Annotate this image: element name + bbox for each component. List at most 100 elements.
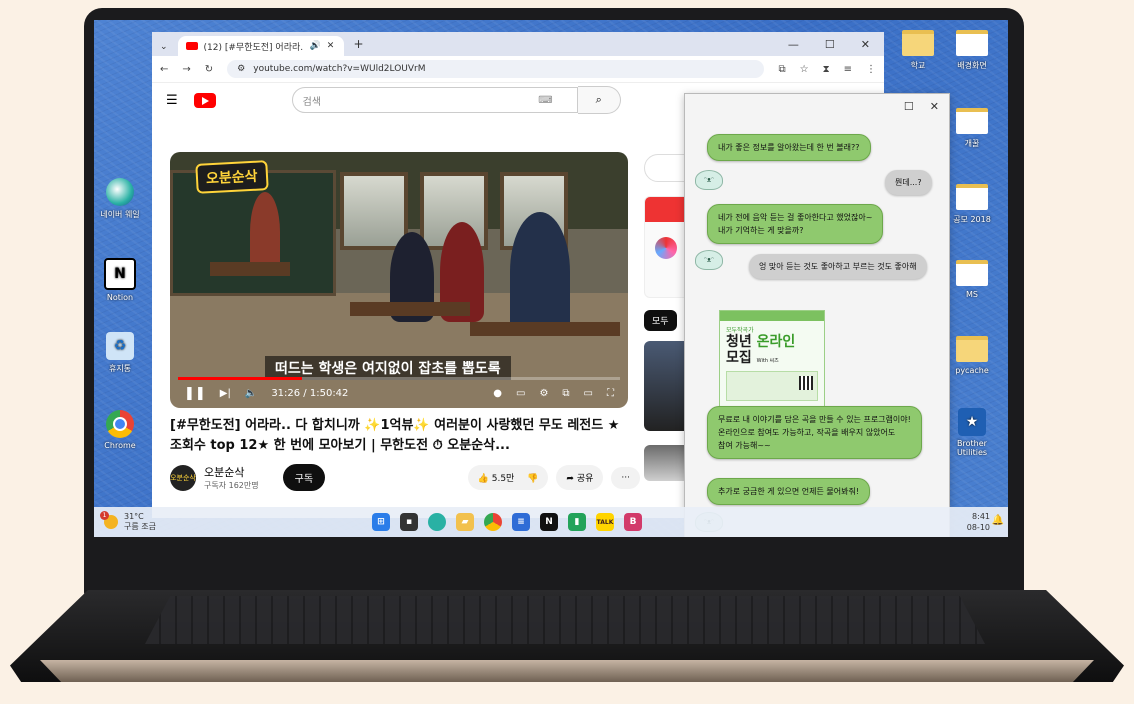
close-icon[interactable]: ✕: [930, 100, 939, 113]
hamburger-menu-icon[interactable]: ☰: [166, 93, 178, 108]
start-windows-icon[interactable]: ⊞: [372, 513, 390, 531]
poster-tag: 모두작곡가: [726, 327, 754, 334]
volume-icon[interactable]: 🔈: [245, 388, 257, 399]
reload-icon[interactable]: ↻: [205, 64, 213, 75]
back-icon[interactable]: ←: [160, 64, 168, 75]
thumbs-down-icon[interactable]: 👎: [527, 474, 538, 484]
folder-icon: [956, 30, 988, 56]
whale-icon: [106, 178, 134, 206]
whale-icon[interactable]: [428, 513, 446, 531]
thumbs-up-icon: 👍: [477, 474, 489, 484]
theater-mode-icon[interactable]: ▭: [584, 388, 593, 399]
subscribe-button[interactable]: 구독: [282, 464, 326, 491]
chip-all[interactable]: 모두: [644, 310, 677, 331]
like-button[interactable]: 👍 5.5만 👎: [467, 465, 549, 490]
desktop-icon-chrome[interactable]: Chrome: [96, 410, 144, 450]
desktop-icon-folder-school[interactable]: 학교: [894, 30, 942, 71]
new-tab-icon[interactable]: +: [344, 37, 364, 56]
poster-title-2: 모집 With 씨즈: [720, 350, 824, 369]
tab-title: (12) [#무한도전] 어라라..: [203, 42, 304, 53]
minimize-icon[interactable]: —: [788, 38, 799, 51]
maximize-icon[interactable]: ☐: [825, 38, 835, 51]
maximize-icon[interactable]: ☐: [904, 100, 914, 113]
video-desk: [210, 262, 290, 276]
tab-youtube[interactable]: (12) [#무한도전] 어라라.. 🔊 ✕: [177, 36, 344, 56]
window-controls: — ☐ ✕: [788, 38, 884, 51]
file-explorer-icon[interactable]: ▰: [456, 513, 474, 531]
laptop-base-edge: [40, 660, 1094, 682]
tab-bar: ⌄ (12) [#무한도전] 어라라.. 🔊 ✕ + — ☐ ✕: [152, 32, 884, 56]
fullscreen-icon[interactable]: ⛶: [607, 388, 614, 399]
desktop-icon-folder-ms[interactable]: MS: [948, 260, 996, 299]
temperature: 31°C: [124, 512, 144, 521]
channel-info: 오분순삭 구독자 162만명: [204, 464, 259, 491]
desktop-icon-folder-4[interactable]: 공모 2018: [948, 184, 996, 225]
search-input[interactable]: 검색 ⌨: [291, 87, 578, 113]
tab-close-icon[interactable]: ✕: [327, 41, 335, 51]
app-icon[interactable]: B: [624, 513, 642, 531]
search-placeholder: 검색: [302, 96, 322, 108]
captions-icon[interactable]: ▭: [516, 388, 525, 399]
desktop-icon-recycle-bin[interactable]: ♻ 휴지통: [96, 332, 144, 374]
notion-icon[interactable]: N: [540, 513, 558, 531]
site-info-icon[interactable]: ⚙: [237, 64, 245, 74]
chrome-icon[interactable]: [484, 513, 502, 531]
desktop-icon-label: Chrome: [104, 441, 136, 450]
weather-widget[interactable]: 1 31°C 구름 조금: [94, 511, 354, 532]
notepad-icon[interactable]: ≡: [512, 513, 530, 531]
pause-icon[interactable]: ❚❚: [184, 386, 206, 401]
desktop-icon-folder-3[interactable]: 개꿀: [948, 108, 996, 149]
desktop-icon-folder-pycache[interactable]: pycache: [948, 336, 996, 375]
video-time: 31:26 / 1:50:42: [271, 388, 349, 399]
channel-name[interactable]: 오분순삭: [204, 464, 259, 480]
desktop-icon-whale[interactable]: 네이버 웨일: [96, 178, 144, 220]
forward-icon[interactable]: →: [182, 64, 190, 75]
poster-info-box: [726, 371, 818, 401]
notion-icon: N: [104, 258, 136, 290]
video-figure: [510, 212, 570, 332]
chat-image-poster[interactable]: 모두작곡가 청년 온라인 모집 With 씨즈: [719, 310, 825, 414]
task-view-icon[interactable]: ▪: [400, 513, 418, 531]
desktop-icon-notion[interactable]: N Notion: [96, 258, 144, 302]
menu-dots-icon[interactable]: ⋮: [866, 64, 876, 75]
autoplay-toggle-icon[interactable]: ●: [493, 388, 502, 399]
desktop-icon-brother[interactable]: ★ Brother Utilities: [948, 408, 996, 457]
channel-avatar[interactable]: 오분순삭: [170, 464, 196, 491]
video-player[interactable]: 오분순삭 떠드는 학생은 여지없이 잡초를 뽑도록 ❚❚ ▶| 🔈 31:26 …: [170, 152, 628, 408]
search-button[interactable]: ⌕: [577, 86, 621, 114]
chat-message-user: 뭔데...?: [885, 170, 932, 195]
url-field[interactable]: ⚙ youtube.com/watch?v=WUld2LOUVrM: [227, 60, 765, 78]
speaker-icon[interactable]: 🔊: [310, 41, 321, 51]
share-label: 공유: [576, 474, 594, 484]
taskbar-apps: ⊞ ▪ ▰ ≡ N ▮ TALK B: [372, 513, 642, 531]
tab-list-chevron-icon[interactable]: ⌄: [158, 42, 170, 56]
kakaotalk-icon[interactable]: TALK: [596, 513, 614, 531]
chart-app-icon[interactable]: ▮: [568, 513, 586, 531]
share-button[interactable]: ➦ 공유: [556, 465, 604, 490]
poster-header: [720, 311, 824, 321]
desktop-icon-label: 네이버 웨일: [100, 210, 140, 219]
share-icon: ➦: [566, 474, 574, 484]
settings-gear-icon[interactable]: ⚙: [539, 388, 548, 399]
desktop-icon-folder-wallpaper[interactable]: 배경화면: [948, 30, 996, 71]
next-icon[interactable]: ▶|: [220, 388, 231, 399]
video-progress-fill: [178, 377, 302, 380]
video-progress-bar[interactable]: [178, 377, 620, 380]
bookmark-star-icon[interactable]: ☆: [800, 64, 809, 75]
desktop-screen: 네이버 웨일 N Notion ♻ 휴지통 Chrome 학교 배경화면 개꿀 …: [94, 20, 1008, 537]
youtube-logo-icon[interactable]: [193, 92, 216, 108]
miniplayer-icon[interactable]: ⧉: [562, 388, 569, 399]
system-tray[interactable]: 8:41 08-10: [967, 511, 990, 533]
notification-bell-icon[interactable]: 🔔: [992, 515, 1004, 526]
avatar-text: 오분순삭: [170, 473, 196, 482]
more-actions-button[interactable]: ···: [611, 466, 640, 489]
taskbar: 1 31°C 구름 조금 ⊞ ▪ ▰ ≡ N ▮ TALK B 8:41 08-…: [94, 507, 1008, 537]
like-count: 5.5만: [491, 474, 515, 484]
close-icon[interactable]: ✕: [861, 38, 870, 51]
reading-list-icon[interactable]: ≡: [844, 64, 852, 75]
cast-icon[interactable]: ⧉: [778, 64, 785, 75]
poster-title-part: 청년: [726, 334, 757, 350]
extensions-icon[interactable]: ⧗: [823, 64, 830, 75]
keyboard-icon[interactable]: ⌨: [538, 95, 552, 106]
url-text: youtube.com/watch?v=WUld2LOUVrM: [253, 64, 426, 74]
